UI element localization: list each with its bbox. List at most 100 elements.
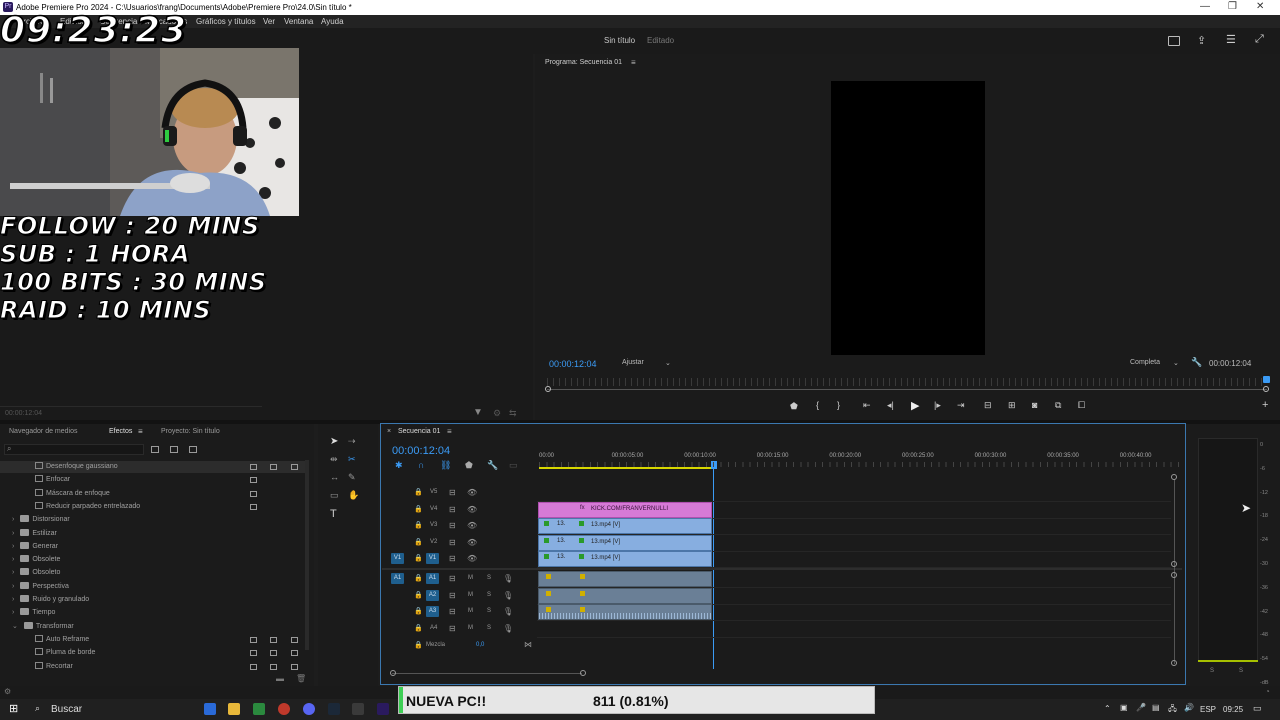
notifications-icon[interactable]: ▭ bbox=[1253, 703, 1262, 714]
tray-icon-1[interactable]: ▣ bbox=[1120, 703, 1128, 712]
taskbar-explorer-icon[interactable] bbox=[228, 703, 240, 715]
track-target-toggle[interactable]: V1 bbox=[426, 553, 439, 564]
taskbar-discord-icon[interactable] bbox=[303, 703, 315, 715]
tab-project[interactable]: Proyecto: Sin título bbox=[161, 428, 220, 435]
lock-icon[interactable]: 🔒 bbox=[414, 554, 423, 562]
export-small-icon[interactable]: ⇆ bbox=[509, 408, 517, 419]
mute-button[interactable]: M bbox=[468, 608, 473, 614]
mark-out-icon[interactable]: } bbox=[837, 400, 840, 410]
program-ruler[interactable] bbox=[547, 378, 1267, 386]
chevron-icon[interactable]: ⌄ bbox=[12, 623, 18, 630]
fit-chevron-icon[interactable]: ⌄ bbox=[665, 359, 671, 367]
taskbar-search-icon[interactable]: ⌕ bbox=[35, 703, 40, 714]
tray-volume-icon[interactable]: 🔊 bbox=[1184, 703, 1194, 712]
tray-chevron-icon[interactable]: ⌃ bbox=[1104, 704, 1111, 713]
wrench-small-icon[interactable]: ⚙ bbox=[493, 408, 501, 419]
lock-icon[interactable]: 🔒 bbox=[414, 591, 423, 599]
sync-lock-icon[interactable]: ⊟ bbox=[449, 505, 456, 514]
lift-icon[interactable]: ⊟ bbox=[984, 400, 992, 411]
sync-lock-icon[interactable]: ⊟ bbox=[449, 554, 456, 563]
timeline-timecode[interactable]: 00:00:12:04 bbox=[392, 445, 450, 457]
extract-icon[interactable]: ⊞ bbox=[1008, 400, 1016, 411]
chevron-icon[interactable]: › bbox=[12, 530, 14, 537]
chevron-icon[interactable]: › bbox=[12, 569, 14, 576]
program-playhead-timecode[interactable]: 00:00:12:04 bbox=[549, 359, 597, 369]
lock-icon[interactable]: 🔒 bbox=[414, 505, 423, 513]
taskbar-steam-icon[interactable] bbox=[328, 703, 340, 715]
v-scroll-handle[interactable] bbox=[1171, 561, 1177, 567]
add-marker-icon[interactable]: ⬟ bbox=[790, 401, 798, 412]
menu-graficos[interactable]: Gráficos y títulos bbox=[196, 17, 256, 26]
mic-icon[interactable]: 🎙 bbox=[503, 624, 513, 633]
sync-lock-icon[interactable]: ⊟ bbox=[449, 488, 456, 497]
new-bin-icon[interactable]: ▬ bbox=[276, 674, 284, 683]
eye-icon[interactable]: 👁 bbox=[467, 488, 477, 497]
track-target-toggle[interactable]: A2 bbox=[426, 590, 439, 601]
track-select-tool-icon[interactable]: ⇢ bbox=[348, 436, 356, 447]
effects-search-input[interactable] bbox=[4, 444, 144, 455]
pen-tool-icon[interactable]: ✎ bbox=[348, 472, 356, 483]
taskbar-premiere-icon[interactable] bbox=[377, 703, 389, 715]
meter-solo-right[interactable]: S bbox=[1239, 668, 1243, 674]
linked-selection-icon[interactable]: ⛓ bbox=[440, 460, 451, 471]
workspaces-icon[interactable] bbox=[1168, 36, 1180, 46]
program-playhead[interactable] bbox=[1263, 376, 1270, 383]
share-icon[interactable]: ⇪ bbox=[1197, 34, 1206, 47]
mix-lock-icon[interactable]: 🔒 bbox=[414, 641, 423, 649]
eye-icon[interactable]: 👁 bbox=[467, 538, 477, 547]
tab-effects[interactable]: Efectos bbox=[109, 428, 132, 435]
export-frame-icon[interactable]: ◙ bbox=[1032, 400, 1037, 410]
effect-list-item[interactable]: › Tiempo bbox=[12, 608, 55, 616]
effect-list-item[interactable]: Recortar bbox=[35, 661, 73, 670]
slip-tool-icon[interactable]: ↔ bbox=[330, 472, 339, 482]
taskbar-obs-icon[interactable] bbox=[352, 703, 364, 715]
sync-lock-icon[interactable]: ⊟ bbox=[449, 591, 456, 600]
source-patch-v1[interactable]: V1 bbox=[391, 553, 404, 564]
taskbar-search[interactable]: Buscar bbox=[51, 704, 82, 715]
ripple-edit-tool-icon[interactable]: ⇹ bbox=[330, 454, 338, 465]
32bit-effects-icon[interactable] bbox=[170, 446, 178, 453]
mic-icon[interactable]: 🎙 bbox=[503, 591, 513, 600]
lock-icon[interactable]: 🔒 bbox=[414, 521, 423, 529]
effect-list-item[interactable]: Auto Reframe bbox=[35, 634, 89, 643]
solo-button[interactable]: S bbox=[487, 625, 491, 631]
v-scroll-handle[interactable] bbox=[1171, 660, 1177, 666]
sync-lock-icon[interactable]: ⊟ bbox=[449, 607, 456, 616]
yuv-effects-icon[interactable] bbox=[189, 446, 197, 453]
eye-icon[interactable]: 👁 bbox=[467, 521, 477, 530]
audio-clip[interactable] bbox=[538, 571, 712, 587]
quality-dropdown[interactable]: Completa bbox=[1130, 359, 1160, 366]
tray-clock[interactable]: 09:25 bbox=[1223, 705, 1243, 714]
track-target-toggle[interactable]: A3 bbox=[426, 606, 439, 617]
effects-scrollbar[interactable] bbox=[305, 460, 309, 650]
timeline-settings-icon[interactable]: 🔧 bbox=[487, 460, 498, 471]
effect-list-item[interactable]: › Ruido y granulado bbox=[12, 595, 89, 603]
tray-language[interactable]: ESP bbox=[1200, 705, 1216, 714]
effect-list-item[interactable]: › Generar bbox=[12, 541, 58, 550]
audio-clip[interactable] bbox=[538, 604, 712, 620]
add-marker-timeline-icon[interactable]: ⬟ bbox=[465, 460, 473, 471]
hand-tool-icon[interactable]: ✋ bbox=[348, 490, 359, 501]
step-back-icon[interactable]: ◂| bbox=[887, 400, 894, 411]
effect-list-item[interactable]: › Estilizar bbox=[12, 528, 57, 537]
settings-wrench-icon[interactable]: 🔧 bbox=[1191, 357, 1202, 368]
delete-icon[interactable]: 🗑 bbox=[296, 674, 306, 683]
chevron-icon[interactable]: › bbox=[12, 556, 14, 563]
clip-v2[interactable]: 13. 13.mp4 [V] bbox=[538, 535, 712, 551]
restore-icon[interactable]: ❐ bbox=[1228, 1, 1237, 12]
chevron-icon[interactable]: › bbox=[12, 516, 14, 523]
h-scroll-handle-right[interactable] bbox=[580, 670, 586, 676]
minimize-icon[interactable]: — bbox=[1200, 1, 1210, 12]
timeline-menu-icon[interactable]: ≡ bbox=[447, 427, 452, 436]
eye-icon[interactable]: 👁 bbox=[467, 505, 477, 514]
quality-chevron-icon[interactable]: ⌄ bbox=[1173, 359, 1179, 367]
mix-value[interactable]: 0,0 bbox=[476, 642, 484, 648]
nest-sequence-icon[interactable]: ✱ bbox=[395, 460, 403, 471]
effect-list-item[interactable]: › Obsoleto bbox=[12, 568, 60, 576]
mix-expand-icon[interactable]: ⋈ bbox=[524, 640, 532, 649]
program-scrub-track[interactable] bbox=[547, 389, 1267, 390]
effect-list-item[interactable]: › Obsolete bbox=[12, 555, 60, 563]
menu-ayuda[interactable]: Ayuda bbox=[321, 17, 344, 26]
scrub-end-handle[interactable] bbox=[1263, 386, 1269, 392]
timeline-tab[interactable]: Secuencia 01 bbox=[398, 428, 440, 435]
